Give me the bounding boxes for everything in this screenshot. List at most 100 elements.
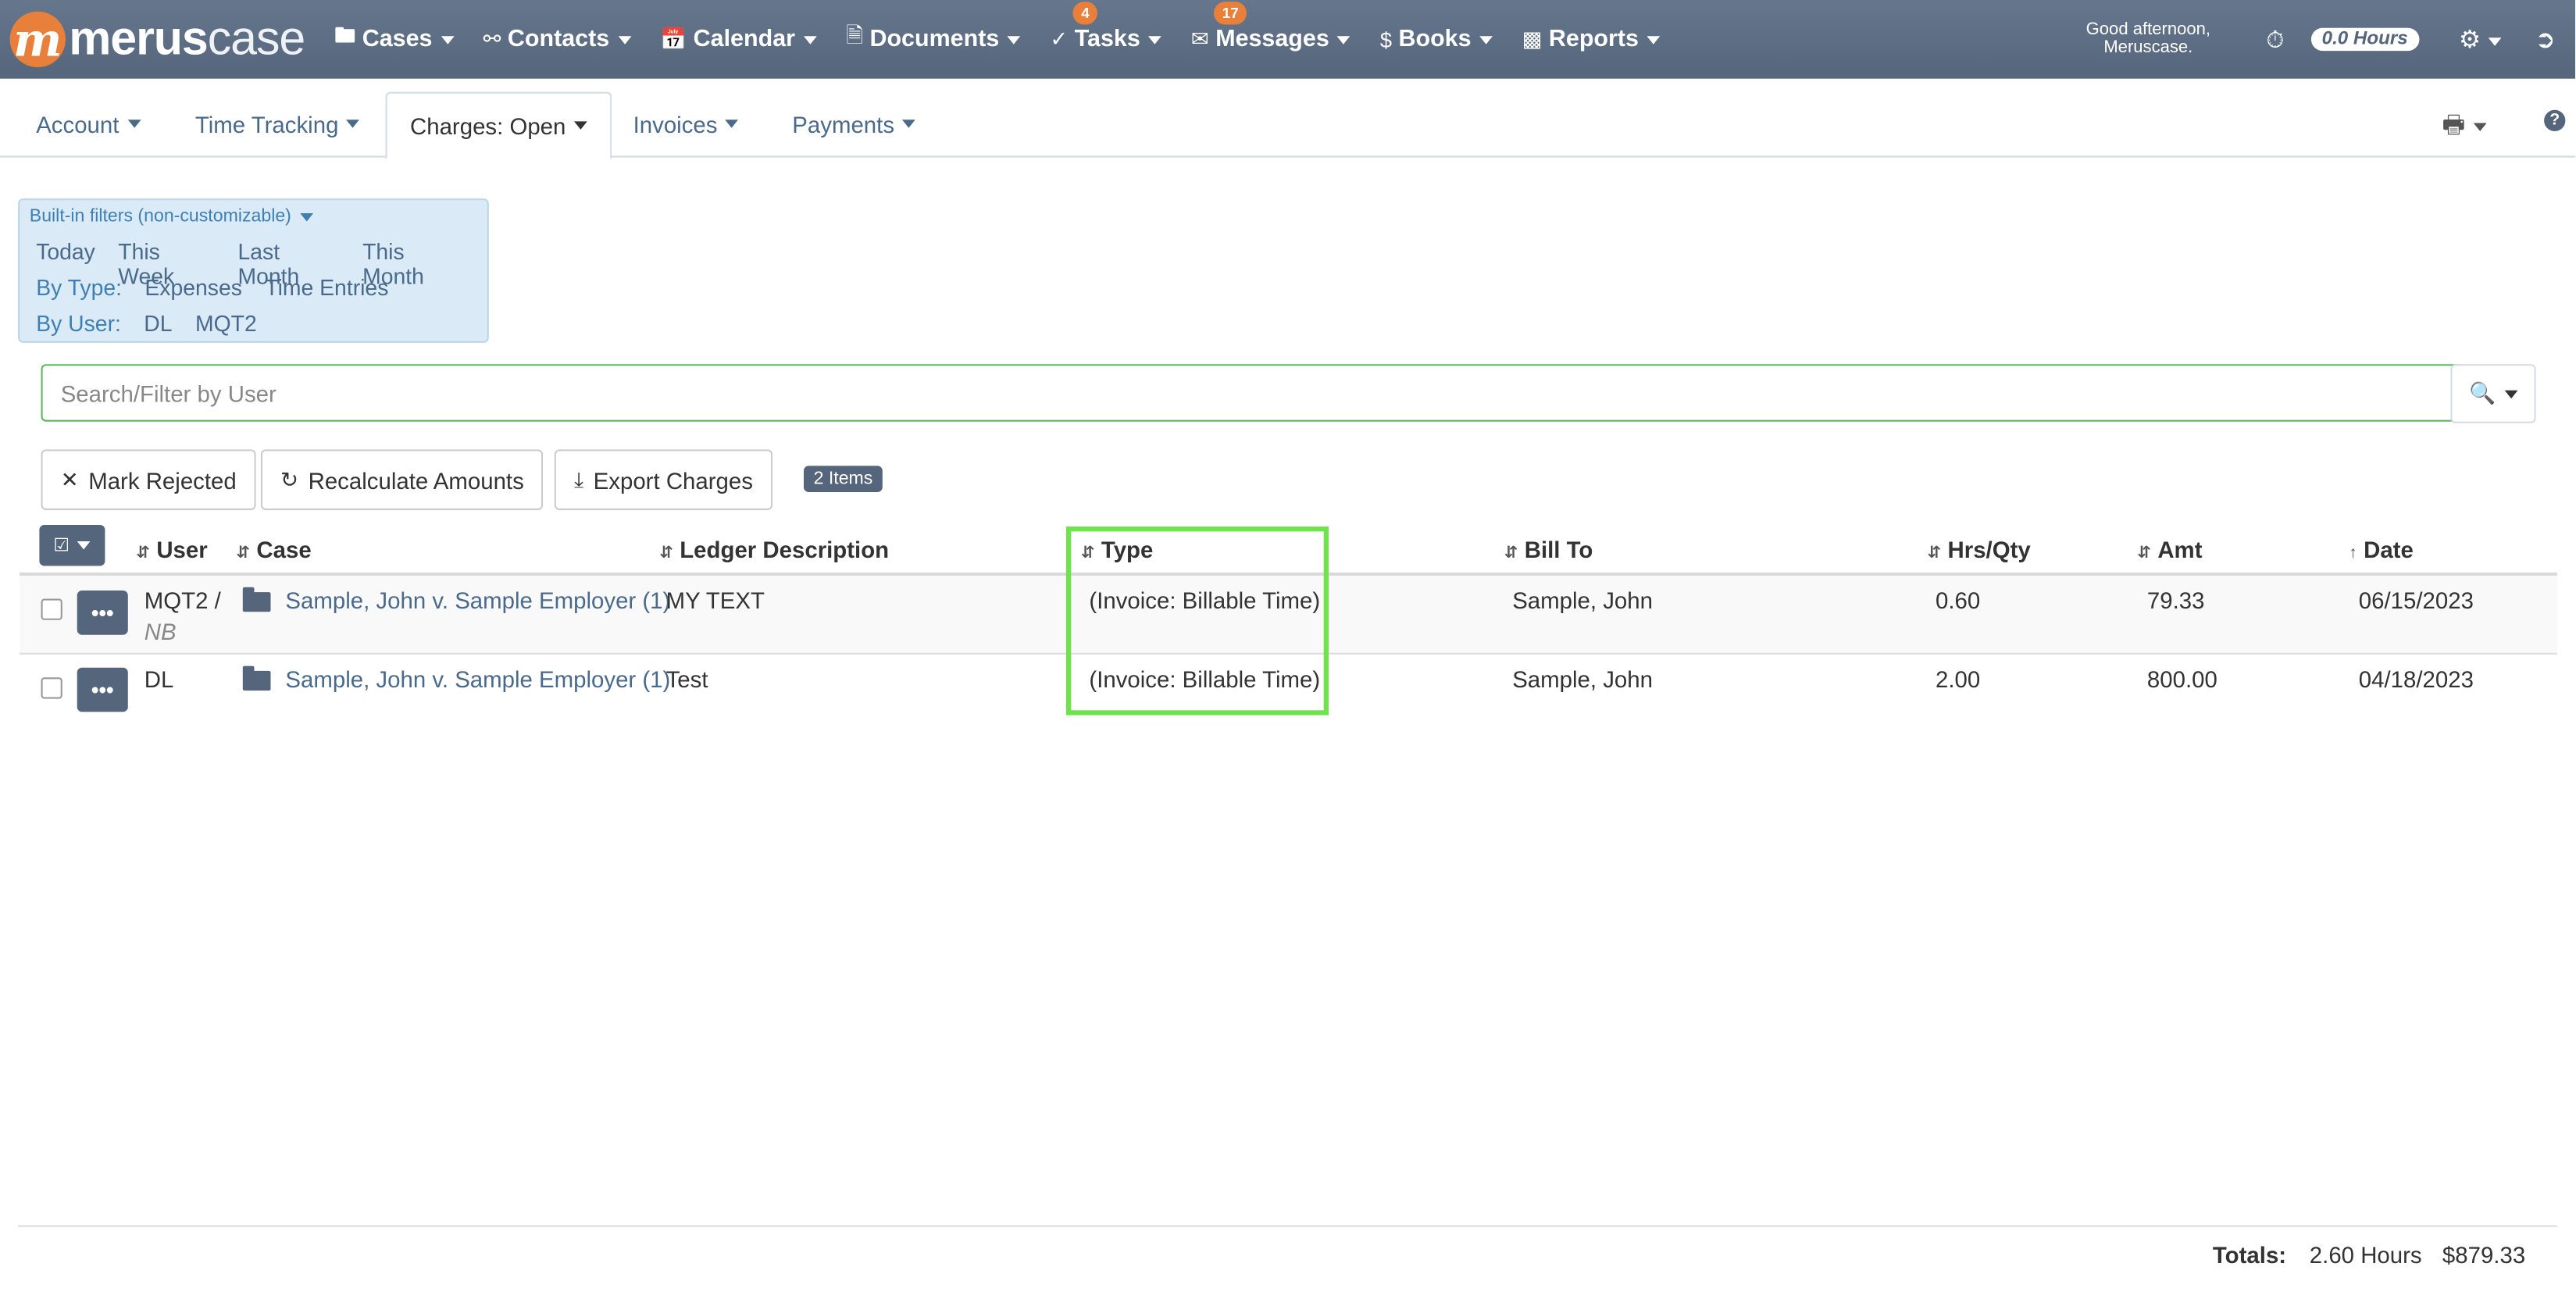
check-circle-icon: ✓	[1050, 26, 1069, 52]
export-charges-button[interactable]: ⤓ Export Charges	[554, 449, 773, 511]
search-button[interactable]: 🔍	[2450, 364, 2536, 423]
col-date[interactable]: ↑ Date	[2349, 537, 2414, 563]
filter-user-mqt2[interactable]: MQT2	[195, 312, 257, 337]
calendar-icon: 📅	[660, 26, 687, 52]
folder-icon: 🖿	[334, 23, 356, 48]
by-user-label: By User:	[36, 311, 121, 337]
tab-charges-open[interactable]: Charges: Open	[385, 91, 612, 159]
nav-books[interactable]: $ Books	[1380, 21, 1493, 57]
nav-documents[interactable]: 🗎 Documents	[846, 21, 1021, 57]
filter-user-dl[interactable]: DL	[144, 312, 172, 337]
totals-hours: 2.60 Hours	[2309, 1241, 2422, 1269]
sort-icon: ⇵	[2137, 544, 2151, 563]
row-actions-button[interactable]: •••	[77, 667, 128, 712]
table-row[interactable]: ••• MQT2 / NB Sample, John v. Sample Emp…	[20, 576, 2557, 655]
col-type[interactable]: ⇵ Type	[1081, 537, 1153, 563]
row-bill-to: Sample, John	[1512, 665, 1653, 693]
download-icon: ⤓	[573, 466, 584, 491]
sort-icon: ⇵	[236, 544, 251, 563]
row-user: MQT2 /	[144, 587, 221, 614]
caret-down-icon	[1148, 35, 1162, 44]
greeting: Good afternoon, Meruscase.	[2085, 20, 2211, 58]
tab-time-tracking[interactable]: Time Tracking	[172, 92, 383, 156]
top-navbar: m meruscase 🖿 Cases ⚯ Contacts 📅 Calendar 🗎…	[0, 0, 2575, 79]
row-type: (Invoice: Billable Time)	[1089, 665, 1321, 693]
filter-expenses[interactable]: Expenses	[144, 276, 242, 301]
folder-icon	[242, 587, 271, 612]
help-icon[interactable]: ?	[2544, 109, 2566, 131]
row-user-sub: NB	[144, 618, 177, 645]
select-all-dropdown[interactable]: ☑	[39, 525, 105, 566]
tab-account[interactable]: Account	[13, 92, 163, 156]
row-ledger: MY TEXT	[665, 587, 765, 614]
filter-time-entries[interactable]: Time Entries	[265, 276, 388, 301]
row-date: 06/15/2023	[2358, 587, 2474, 614]
tab-payments[interactable]: Payments	[769, 92, 939, 156]
dollar-circle-icon: $	[1379, 27, 1393, 52]
envelope-icon: ✉	[1190, 26, 1209, 52]
stopwatch-icon[interactable]: ⏱	[2266, 26, 2284, 54]
print-icon[interactable]: 🖶	[2442, 109, 2487, 150]
billing-tabs: Account Time Tracking Charges: Open Invo…	[0, 78, 2575, 159]
nav-messages[interactable]: 17 ✉ Messages	[1190, 2, 1351, 57]
col-amt[interactable]: ⇵ Amt	[2137, 537, 2202, 563]
filters-header[interactable]: Built-in filters (non-customizable)	[30, 207, 313, 227]
tab-invoices[interactable]: Invoices	[610, 92, 762, 156]
nav-tasks[interactable]: 4 ✓ Tasks	[1050, 2, 1162, 57]
caret-down-icon	[299, 212, 313, 221]
caret-down-icon	[127, 120, 141, 128]
bar-chart-icon: ▩	[1522, 26, 1543, 52]
nav-contacts[interactable]: ⚯ Contacts	[483, 21, 631, 57]
caret-down-icon	[803, 35, 817, 44]
checkbox-icon: ☑	[53, 536, 70, 556]
totals-divider	[18, 1225, 2557, 1227]
folder-icon	[242, 665, 271, 691]
gear-icon[interactable]: ⚙	[2459, 24, 2503, 54]
row-amt: 800.00	[2146, 665, 2217, 693]
col-user[interactable]: ⇵ User	[136, 537, 207, 563]
sort-icon: ⇵	[1080, 544, 1095, 563]
row-hrs-qty: 0.60	[1936, 587, 1981, 614]
items-count-badge: 2 Items	[804, 466, 883, 492]
caret-down-icon	[617, 35, 631, 44]
row-checkbox[interactable]	[41, 677, 62, 699]
nav-cases[interactable]: 🖿 Cases	[334, 21, 454, 57]
sort-icon: ⇵	[659, 544, 673, 563]
table-header: ☑ ⇵ User ⇵ Case ⇵ Ledger Description ⇵ Type …	[20, 522, 2557, 576]
tasks-count-badge: 4	[1072, 2, 1098, 25]
row-case-link[interactable]: Sample, John v. Sample Employer (1)	[285, 587, 670, 614]
row-hrs-qty: 2.00	[1936, 665, 1981, 693]
close-icon: ✕	[60, 466, 79, 491]
caret-down-icon	[725, 120, 739, 128]
mark-rejected-button[interactable]: ✕ Mark Rejected	[41, 449, 256, 511]
hours-counter[interactable]: 0.0 Hours	[2310, 27, 2420, 52]
col-bill-to[interactable]: ⇵ Bill To	[1504, 537, 1593, 563]
search-input[interactable]	[41, 364, 2466, 422]
refresh-icon: ↻	[280, 466, 299, 491]
row-actions-button[interactable]: •••	[77, 590, 128, 635]
recalculate-amounts-button[interactable]: ↻ Recalculate Amounts	[260, 449, 544, 511]
logo-wordmark: meruscase	[69, 12, 305, 65]
row-date: 04/18/2023	[2358, 665, 2474, 693]
table-row[interactable]: ••• DL Sample, John v. Sample Employer (…	[20, 655, 2557, 714]
row-ledger: Test	[665, 665, 708, 693]
more-icon: •••	[91, 600, 114, 626]
sort-icon: ⇵	[1504, 544, 1518, 563]
row-case-link[interactable]: Sample, John v. Sample Employer (1)	[285, 666, 670, 693]
messages-count-badge: 17	[1214, 2, 1247, 25]
by-type-label: By Type:	[36, 275, 122, 301]
more-icon: •••	[91, 677, 114, 702]
meruscase-logo[interactable]: m meruscase	[9, 0, 305, 79]
totals-label: Totals:	[2212, 1241, 2287, 1269]
row-checkbox[interactable]	[41, 598, 62, 620]
row-type: (Invoice: Billable Time)	[1089, 587, 1321, 614]
caret-down-icon	[440, 35, 454, 44]
nav-calendar[interactable]: 📅 Calendar	[660, 21, 817, 57]
nav-reports[interactable]: ▩ Reports	[1522, 21, 1661, 57]
caret-down-icon	[902, 120, 916, 128]
col-hrs-qty[interactable]: ⇵ Hrs/Qty	[1928, 537, 2031, 563]
logout-icon[interactable]: ➲	[2535, 24, 2555, 55]
col-ledger-description[interactable]: ⇵ Ledger Description	[659, 537, 889, 563]
totals-amount: $879.33	[2442, 1241, 2526, 1269]
col-case[interactable]: ⇵ Case	[236, 537, 311, 563]
